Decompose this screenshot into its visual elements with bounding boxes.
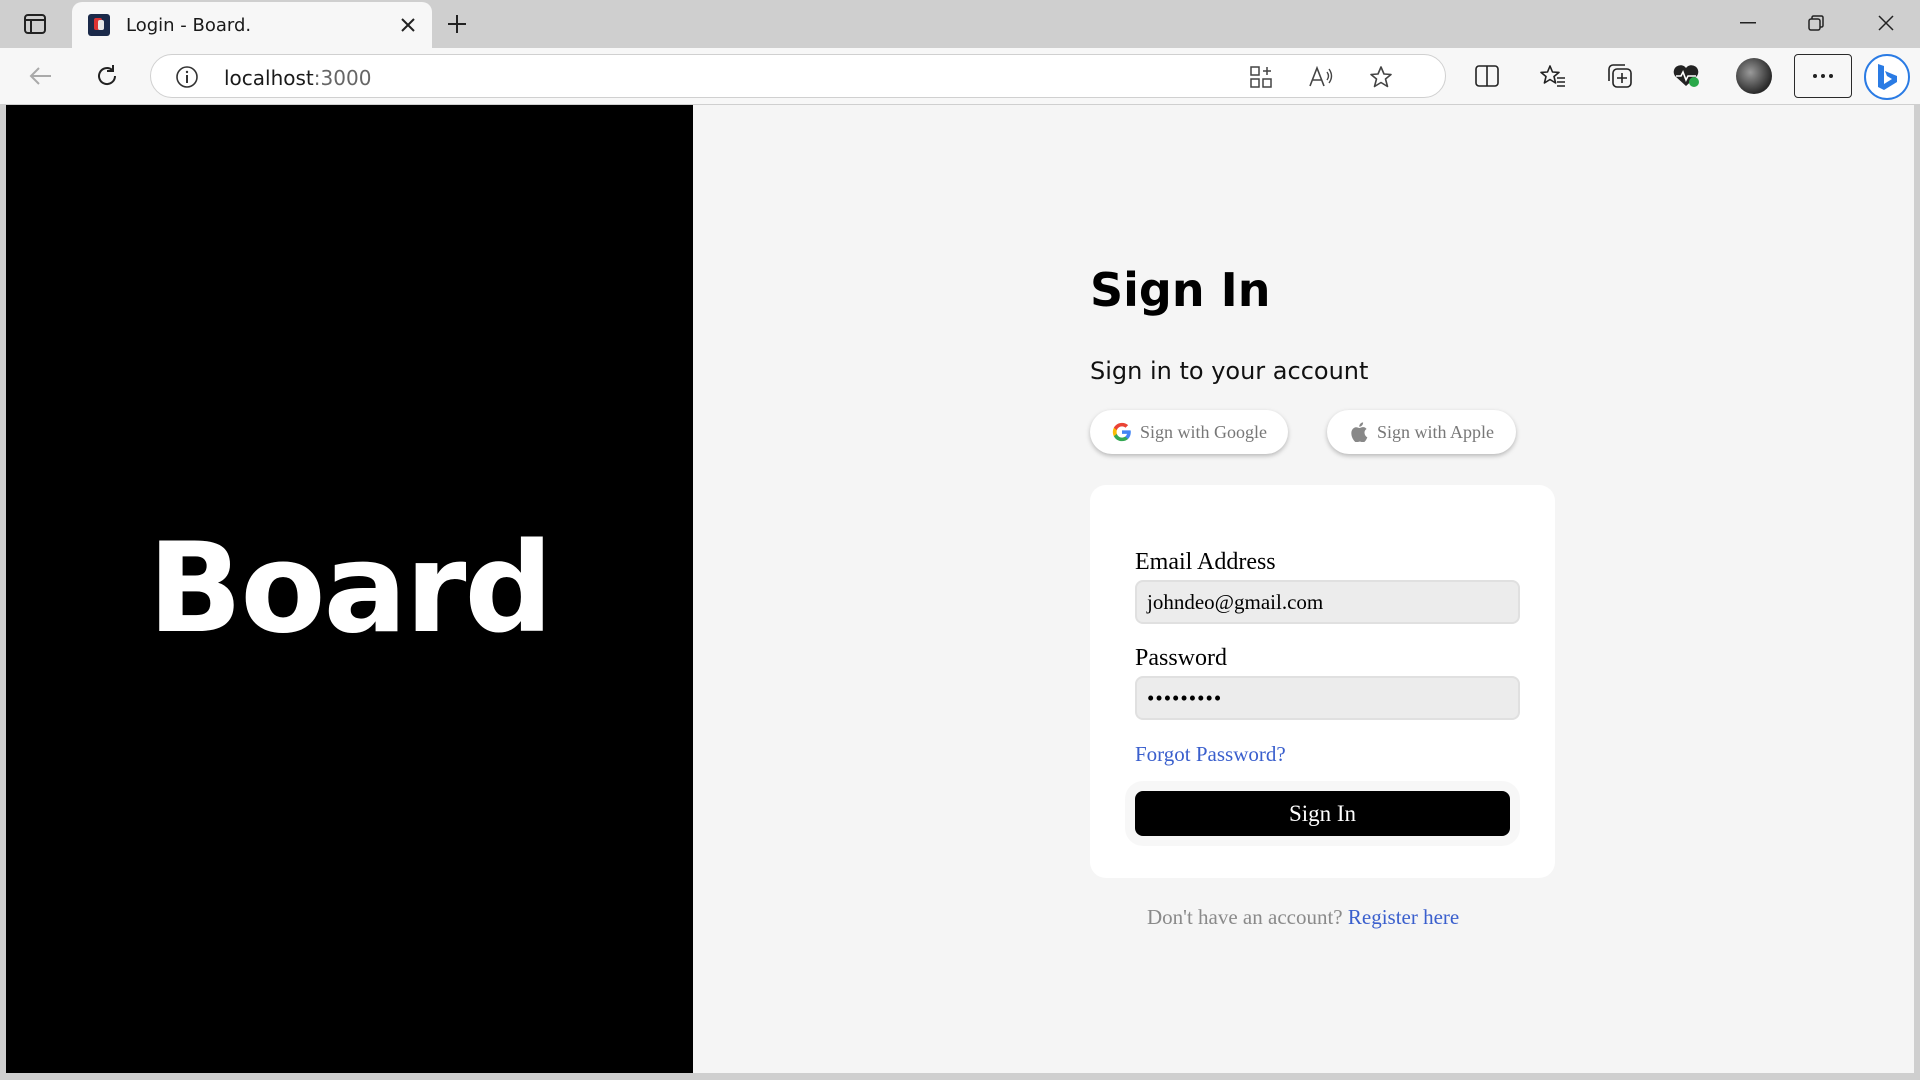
login-form-card: Email Address johndeo@gmail.com Password… bbox=[1090, 485, 1555, 878]
url-host: localhost bbox=[224, 66, 314, 90]
tab-close-button[interactable] bbox=[396, 13, 420, 37]
read-aloud-icon bbox=[1309, 66, 1333, 87]
back-button[interactable] bbox=[22, 58, 60, 94]
minimize-icon bbox=[1740, 22, 1756, 24]
page-viewport: Board Sign In Sign in to your account Si… bbox=[6, 105, 1914, 1073]
tab-bar: Login - Board. bbox=[0, 0, 1920, 48]
collections-button[interactable] bbox=[1601, 58, 1639, 94]
info-icon[interactable] bbox=[175, 65, 199, 89]
register-prompt: Don't have an account? Register here bbox=[1147, 905, 1459, 930]
split-screen-button[interactable] bbox=[1468, 58, 1506, 94]
more-button[interactable] bbox=[1794, 54, 1852, 98]
address-url[interactable]: localhost:3000 bbox=[224, 66, 371, 90]
refresh-icon bbox=[98, 65, 117, 85]
bing-button[interactable] bbox=[1864, 54, 1910, 100]
tab-title: Login - Board. bbox=[126, 15, 252, 36]
page-subtitle: Sign in to your account bbox=[1090, 357, 1369, 385]
active-tab[interactable]: Login - Board. bbox=[72, 2, 432, 48]
minimize-button[interactable] bbox=[1728, 8, 1768, 38]
tab-actions-icon bbox=[24, 14, 46, 34]
plus-icon bbox=[448, 15, 466, 33]
google-signin-label: Sign with Google bbox=[1140, 421, 1268, 442]
profile-avatar[interactable] bbox=[1736, 58, 1772, 94]
browser-essentials-button[interactable] bbox=[1667, 58, 1705, 94]
new-tab-button[interactable] bbox=[440, 10, 474, 38]
bing-icon bbox=[1878, 64, 1897, 90]
google-icon bbox=[1110, 420, 1134, 444]
brand-logo-text: Board bbox=[147, 517, 553, 661]
close-icon bbox=[1878, 15, 1894, 31]
window-bottom-edge bbox=[0, 1073, 1920, 1080]
star-icon bbox=[1370, 66, 1392, 88]
back-icon bbox=[29, 67, 51, 85]
split-screen-icon bbox=[1475, 65, 1499, 87]
restore-icon bbox=[1808, 15, 1824, 31]
apps-button[interactable] bbox=[1247, 63, 1275, 91]
email-field[interactable]: johndeo@gmail.com bbox=[1135, 580, 1520, 624]
register-prompt-text: Don't have an account? bbox=[1147, 905, 1343, 929]
close-icon bbox=[401, 18, 415, 32]
browser-essentials-icon bbox=[1673, 65, 1699, 87]
refresh-button[interactable] bbox=[88, 58, 126, 94]
collections-icon bbox=[1608, 64, 1632, 88]
restore-button[interactable] bbox=[1796, 8, 1836, 38]
apple-signin-button[interactable]: Sign with Apple bbox=[1327, 410, 1516, 454]
read-aloud-button[interactable] bbox=[1307, 63, 1335, 91]
password-label: Password bbox=[1135, 645, 1228, 671]
apple-icon bbox=[1347, 420, 1371, 444]
sign-in-button[interactable]: Sign In bbox=[1135, 791, 1510, 836]
page-title: Sign In bbox=[1090, 263, 1271, 317]
browser-toolbar: localhost:3000 bbox=[0, 48, 1920, 104]
brand-panel: Board bbox=[6, 105, 693, 1073]
register-link[interactable]: Register here bbox=[1348, 905, 1459, 929]
more-icon bbox=[1813, 74, 1833, 78]
favorites-button[interactable] bbox=[1534, 58, 1572, 94]
favicon-icon bbox=[88, 14, 110, 36]
password-field[interactable]: ••••••••• bbox=[1135, 676, 1520, 720]
url-port: :3000 bbox=[313, 66, 372, 90]
forgot-password-link[interactable]: Forgot Password? bbox=[1135, 742, 1286, 767]
google-signin-button[interactable]: Sign with Google bbox=[1090, 410, 1288, 454]
favorites-icon bbox=[1540, 65, 1565, 87]
address-bar[interactable]: localhost:3000 bbox=[150, 54, 1446, 98]
favorite-button[interactable] bbox=[1367, 63, 1395, 91]
apps-icon bbox=[1250, 66, 1272, 88]
email-label: Email Address bbox=[1135, 549, 1276, 575]
window-close-button[interactable] bbox=[1866, 8, 1906, 38]
apple-signin-label: Sign with Apple bbox=[1377, 421, 1495, 442]
tab-actions-button[interactable] bbox=[18, 10, 52, 38]
